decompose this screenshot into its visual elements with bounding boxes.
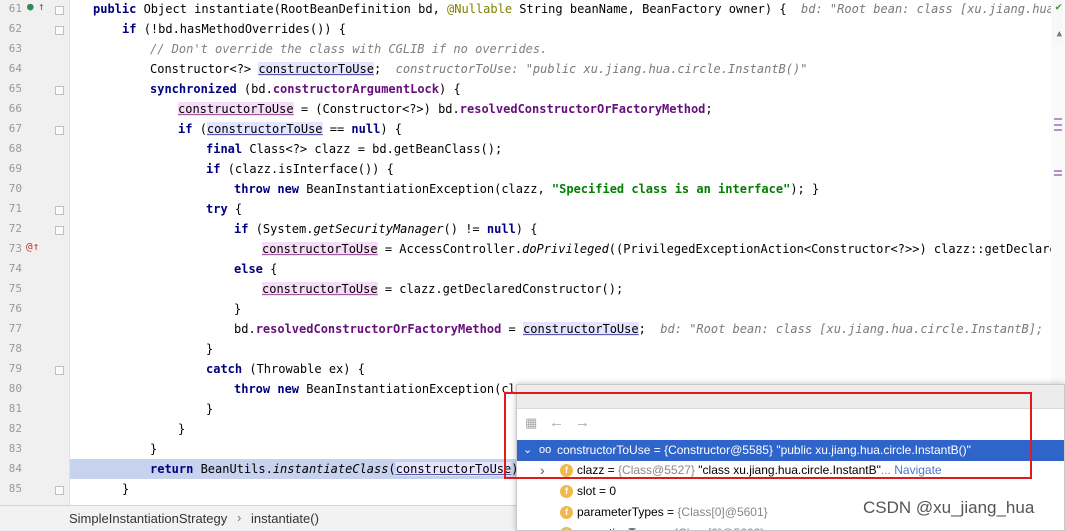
code-line: else { [234, 262, 278, 276]
field-icon: f [560, 506, 573, 519]
code-line: constructorToUse = AccessController.doPr… [262, 242, 1065, 256]
field-icon: f [560, 527, 573, 530]
code-line: // Don't override the class with CGLIB i… [150, 42, 548, 56]
folder-icon[interactable]: ▦ [525, 415, 537, 431]
code-line: bd.resolvedConstructorOrFactoryMethod = … [234, 322, 1065, 336]
tree-node-text: parameterTypes = {Class[0]@5601} [577, 505, 768, 519]
check-icon[interactable]: ✔ [1055, 1, 1062, 13]
line-number: 64 [8, 62, 22, 75]
code-line: constructorToUse = clazz.getDeclaredCons… [262, 282, 624, 296]
line-number: 77 [8, 322, 22, 335]
line-number: 65 [8, 82, 22, 95]
code-line: public Object instantiate(RootBeanDefini… [93, 2, 1065, 16]
tree-node-text: exceptionTypes = {Class[0]@5602} [577, 523, 764, 530]
line-number: 80 [8, 382, 22, 395]
line-number: 71 [8, 202, 22, 215]
line-number: 84 [8, 462, 22, 475]
line-number: 70 [8, 182, 22, 195]
code-line: try { [206, 202, 243, 216]
code-line: } [206, 342, 214, 356]
code-line: if (clazz.isInterface()) { [206, 162, 394, 176]
line-number: 82 [8, 422, 22, 435]
tree-node-text: clazz = {Class@5527} "class xu.jiang.hua… [577, 463, 942, 477]
line-number: 76 [8, 302, 22, 315]
fold-marker[interactable] [55, 86, 64, 95]
fold-marker[interactable] [55, 6, 64, 15]
line-number: 72 [8, 222, 22, 235]
tree-node-exceptionTypes[interactable]: f exceptionTypes = {Class[0]@5602} [517, 523, 1064, 530]
popup-title-bar[interactable] [517, 385, 1064, 409]
watermark: CSDN @xu_jiang_hua [863, 498, 1035, 517]
line-number: 78 [8, 342, 22, 355]
tree-node-text: constructorToUse = {Constructor@5585} "p… [557, 443, 971, 457]
line-number: 81 [8, 402, 22, 415]
line-number: 74 [8, 262, 22, 275]
usage-marker[interactable] [1054, 124, 1062, 126]
breadcrumb-item-class[interactable]: SimpleInstantiationStrategy [69, 511, 227, 526]
usage-marker[interactable] [1054, 174, 1062, 176]
usage-marker[interactable] [1054, 170, 1062, 172]
line-number: 61 [8, 2, 22, 15]
forward-arrow-icon[interactable]: → [575, 414, 590, 431]
editor-gutter[interactable]: 61 62 63 64 65 66 67 68 69 70 71 72 73 7… [0, 0, 83, 510]
tree-node-constructorToUse[interactable]: ⌄ oo constructorToUse = {Constructor@558… [517, 440, 1064, 461]
back-arrow-icon[interactable]: ← [549, 414, 564, 431]
scroll-up-icon[interactable]: ▲ [1057, 28, 1062, 40]
collapse-arrow-icon[interactable]: › [540, 460, 545, 481]
line-number: 85 [8, 482, 22, 495]
code-line: catch (Throwable ex) { [206, 362, 365, 376]
override-up-arrow-icon[interactable]: ↑ [38, 1, 45, 13]
line-number: 73 [8, 242, 22, 255]
line-number: 68 [8, 142, 22, 155]
line-number: 75 [8, 282, 22, 295]
code-line: if (!bd.hasMethodOverrides()) { [122, 22, 346, 36]
field-icon: f [560, 485, 573, 498]
line-number: 83 [8, 442, 22, 455]
breadcrumb-item-method[interactable]: instantiate() [251, 511, 319, 526]
code-line: final Class<?> clazz = bd.getBeanClass()… [206, 142, 503, 156]
usage-marker[interactable] [1054, 118, 1062, 120]
line-number: 63 [8, 42, 22, 55]
usage-marker[interactable] [1054, 129, 1062, 131]
code-line: if (constructorToUse == null) { [178, 122, 403, 136]
tree-node-clazz[interactable]: › f clazz = {Class@5527} "class xu.jiang… [517, 460, 1064, 481]
field-icon: f [560, 464, 573, 477]
code-line: if (System.getSecurityManager() != null)… [234, 222, 538, 236]
breakpoint-check-icon[interactable]: ● [27, 1, 34, 13]
popup-toolbar: ▦ ← → [517, 411, 1064, 435]
code-line: Constructor<?> constructorToUse; constru… [150, 62, 808, 76]
line-number: 62 [8, 22, 22, 35]
fold-marker[interactable] [55, 26, 64, 35]
breadcrumb-separator: › [237, 510, 242, 525]
implementation-marker-icon[interactable]: @↑ [26, 241, 39, 253]
line-number: 67 [8, 122, 22, 135]
fold-marker[interactable] [55, 226, 64, 235]
line-number: 79 [8, 362, 22, 375]
fold-marker[interactable] [55, 366, 64, 375]
navigate-link[interactable]: Navigate [894, 463, 941, 477]
code-line: } [234, 302, 242, 316]
expand-arrow-icon[interactable]: ⌄ [523, 440, 532, 461]
fold-marker[interactable] [55, 126, 64, 135]
tree-node-text: slot = 0 [577, 484, 617, 498]
fold-marker[interactable] [55, 206, 64, 215]
fold-marker[interactable] [55, 486, 64, 495]
code-line: synchronized (bd.constructorArgumentLock… [150, 82, 461, 96]
line-number: 69 [8, 162, 22, 175]
code-line: throw new BeanInstantiationException(cla… [234, 182, 820, 196]
line-number: 66 [8, 102, 22, 115]
code-line: constructorToUse = (Constructor<?>) bd.r… [178, 102, 713, 116]
object-icon: oo [539, 444, 552, 456]
